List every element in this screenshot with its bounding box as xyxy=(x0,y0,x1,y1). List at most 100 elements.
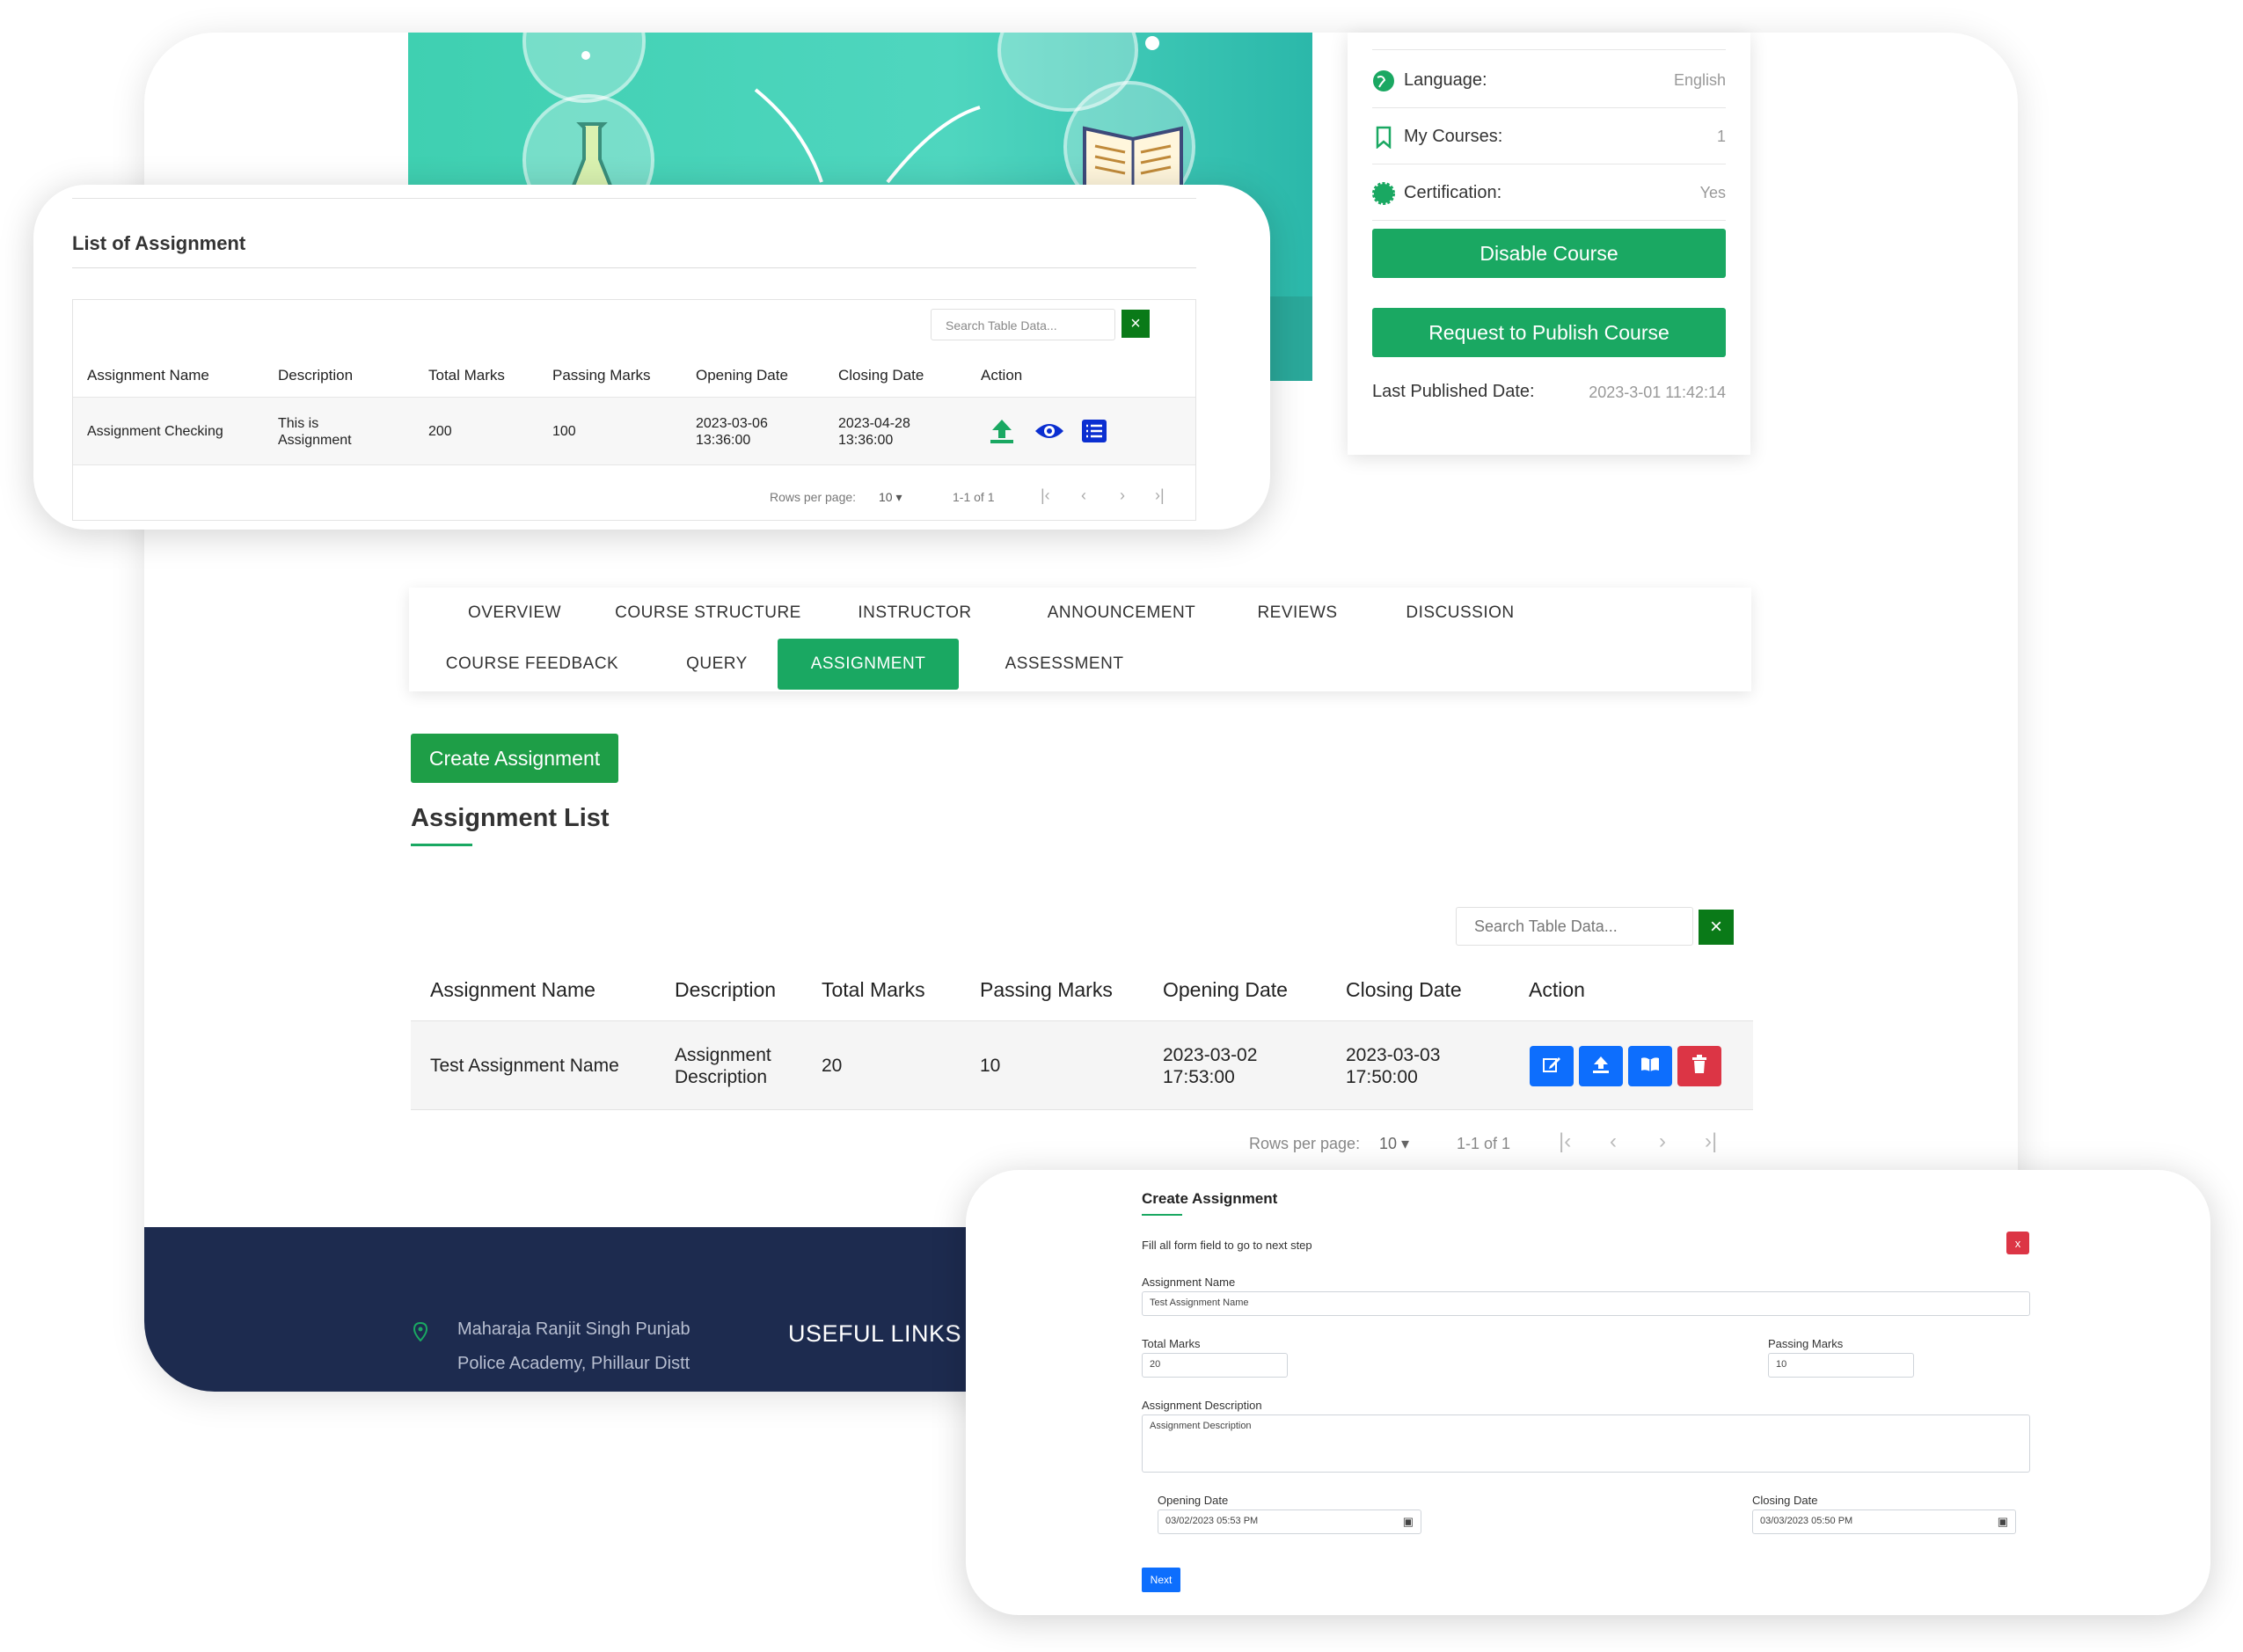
closing-date-value: 03/03/2023 05:50 PM xyxy=(1760,1516,1853,1526)
form-instruction: Fill all form field to go to next step xyxy=(1142,1239,1312,1252)
upload-icon[interactable] xyxy=(988,417,1016,450)
certificate-badge-icon xyxy=(1372,181,1395,205)
closing-date-input[interactable]: 03/03/2023 05:50 PM ▣ xyxy=(1752,1509,2016,1534)
footer-address: Maharaja Ranjit Singh Punjab Police Acad… xyxy=(457,1319,690,1373)
assignment-list-title: Assignment List xyxy=(411,804,610,832)
calendar-icon[interactable]: ▣ xyxy=(1403,1515,1414,1529)
useful-links-heading: USEFUL LINKS xyxy=(788,1320,962,1347)
passing-marks-field[interactable]: 10 xyxy=(1768,1353,1914,1378)
cell-opening-date: 2023-03-02 17:53:00 xyxy=(1163,1045,1258,1087)
table-row: Test Assignment Name Assignment Descript… xyxy=(411,1020,1753,1110)
prev-page-icon[interactable]: ‹ xyxy=(1081,486,1086,505)
globe-icon xyxy=(1372,69,1395,92)
th-assignment-name: Assignment Name xyxy=(430,978,595,1001)
certification-label: Certification: xyxy=(1404,183,1502,202)
view-button[interactable] xyxy=(1628,1046,1672,1086)
th-description: Description xyxy=(675,978,777,1001)
close-icon: × xyxy=(1709,915,1722,939)
th-total-marks: Total Marks xyxy=(822,978,925,1001)
th-closing-date: Closing Date xyxy=(1346,978,1462,1001)
loa-th-closing: Closing Date xyxy=(838,367,924,384)
title-divider xyxy=(72,267,1196,268)
info-row-language: Language: English xyxy=(1372,54,1726,108)
info-row-courses: My Courses: 1 xyxy=(1372,110,1726,164)
cell-closing-date: 2023-03-03 17:50:00 xyxy=(1346,1045,1441,1087)
closing-date-label: Closing Date xyxy=(1752,1494,1818,1507)
tab-query[interactable]: QUERY xyxy=(664,639,770,690)
th-passing-marks: Passing Marks xyxy=(980,978,1113,1001)
info-row-certification: Certification: Yes xyxy=(1372,166,1726,221)
loa-rows-per-page-label: Rows per page: xyxy=(770,490,857,504)
loa-cell-name: Assignment Checking xyxy=(87,424,223,439)
loa-cell-total: 200 xyxy=(428,424,452,439)
table-row: Assignment Checking This is Assignment 2… xyxy=(73,397,1195,465)
close-form-button[interactable]: x xyxy=(2006,1232,2029,1254)
tab-instructor[interactable]: INSTRUCTOR xyxy=(840,588,990,639)
loa-rows-per-page-select[interactable]: 10 ▾ xyxy=(879,490,902,505)
first-page-icon[interactable]: |‹ xyxy=(1041,486,1050,505)
create-assignment-title: Create Assignment xyxy=(1142,1190,1278,1207)
cell-description: Assignment Description xyxy=(675,1045,771,1087)
tab-course-structure[interactable]: COURSE STRUCTURE xyxy=(603,588,814,639)
assignment-search-input[interactable]: Search Table Data... xyxy=(1456,907,1693,946)
tab-assessment[interactable]: ASSESSMENT xyxy=(990,639,1139,690)
tab-reviews[interactable]: REVIEWS xyxy=(1240,588,1355,639)
create-assignment-button[interactable]: Create Assignment xyxy=(411,734,618,783)
first-page-icon[interactable]: |‹ xyxy=(1559,1129,1571,1154)
create-assignment-card: Create Assignment Fill all form field to… xyxy=(966,1170,2210,1615)
loa-rows-value: 10 xyxy=(879,490,893,504)
certification-value: Yes xyxy=(1699,184,1726,201)
cell-assignment-name: Test Assignment Name xyxy=(430,1056,619,1076)
edit-button[interactable] xyxy=(1530,1046,1574,1086)
last-published-label: Last Published Date: xyxy=(1372,382,1535,401)
loa-cell-closing: 2023-04-28 13:36:00 xyxy=(838,416,910,448)
assignment-name-field[interactable]: Test Assignment Name xyxy=(1142,1291,2030,1316)
caret-down-icon: ▾ xyxy=(895,490,902,504)
tab-announcement[interactable]: ANNOUNCEMENT xyxy=(1025,588,1218,639)
assignment-clear-search-button[interactable]: × xyxy=(1699,910,1734,945)
calendar-icon[interactable]: ▣ xyxy=(1998,1515,2008,1529)
language-value: English xyxy=(1673,71,1726,89)
tab-assignment[interactable]: ASSIGNMENT xyxy=(778,639,959,690)
next-page-icon[interactable]: › xyxy=(1120,486,1125,505)
opening-date-value: 03/02/2023 05:53 PM xyxy=(1165,1516,1259,1526)
loa-th-description: Description xyxy=(278,367,354,384)
view-eye-icon[interactable] xyxy=(1034,419,1065,448)
last-page-icon[interactable]: ›| xyxy=(1155,486,1165,505)
close-icon: × xyxy=(1130,313,1141,333)
next-page-icon[interactable]: › xyxy=(1659,1129,1666,1154)
tab-course-feedback[interactable]: COURSE FEEDBACK xyxy=(444,639,620,690)
delete-button[interactable] xyxy=(1677,1046,1721,1086)
loa-cell-opening: 2023-03-06 13:36:00 xyxy=(696,416,768,448)
tab-overview[interactable]: OVERVIEW xyxy=(444,588,585,639)
next-button[interactable]: Next xyxy=(1142,1568,1180,1592)
loa-th-total: Total Marks xyxy=(428,367,505,384)
total-marks-field[interactable]: 20 xyxy=(1142,1353,1288,1378)
disable-course-button[interactable]: Disable Course xyxy=(1372,229,1726,278)
list-details-icon[interactable] xyxy=(1081,419,1107,448)
loa-search-input[interactable]: Search Table Data... xyxy=(931,309,1115,340)
assignment-description-textarea[interactable]: Assignment Description xyxy=(1142,1414,2030,1473)
tab-discussion[interactable]: DISCUSSION xyxy=(1385,588,1535,639)
passing-marks-label: Passing Marks xyxy=(1768,1337,1844,1350)
list-of-assignment-title: List of Assignment xyxy=(72,232,246,254)
last-page-icon[interactable]: ›| xyxy=(1705,1129,1717,1154)
course-tabs: OVERVIEW COURSE STRUCTURE INSTRUCTOR ANN… xyxy=(409,588,1751,691)
th-opening-date: Opening Date xyxy=(1163,978,1288,1001)
cell-passing-marks: 10 xyxy=(980,1056,1001,1076)
loa-th-opening: Opening Date xyxy=(696,367,788,384)
upload-button[interactable] xyxy=(1579,1046,1623,1086)
loa-th-name: Assignment Name xyxy=(87,367,209,384)
loa-clear-search-button[interactable]: × xyxy=(1122,310,1150,338)
rows-value: 10 xyxy=(1379,1135,1398,1152)
hero-edge xyxy=(1270,296,1312,381)
prev-page-icon[interactable]: ‹ xyxy=(1610,1129,1617,1154)
rows-per-page-select[interactable]: 10 ▾ xyxy=(1379,1135,1409,1153)
rows-per-page-label: Rows per page: xyxy=(1249,1135,1361,1152)
last-published-value: 2023-3-01 11:42:14 xyxy=(1589,384,1726,401)
loa-th-action: Action xyxy=(981,367,1023,384)
map-pin-icon xyxy=(413,1321,428,1346)
opening-date-input[interactable]: 03/02/2023 05:53 PM ▣ xyxy=(1158,1509,1421,1534)
request-publish-button[interactable]: Request to Publish Course xyxy=(1372,308,1726,357)
loa-th-passing: Passing Marks xyxy=(552,367,651,384)
